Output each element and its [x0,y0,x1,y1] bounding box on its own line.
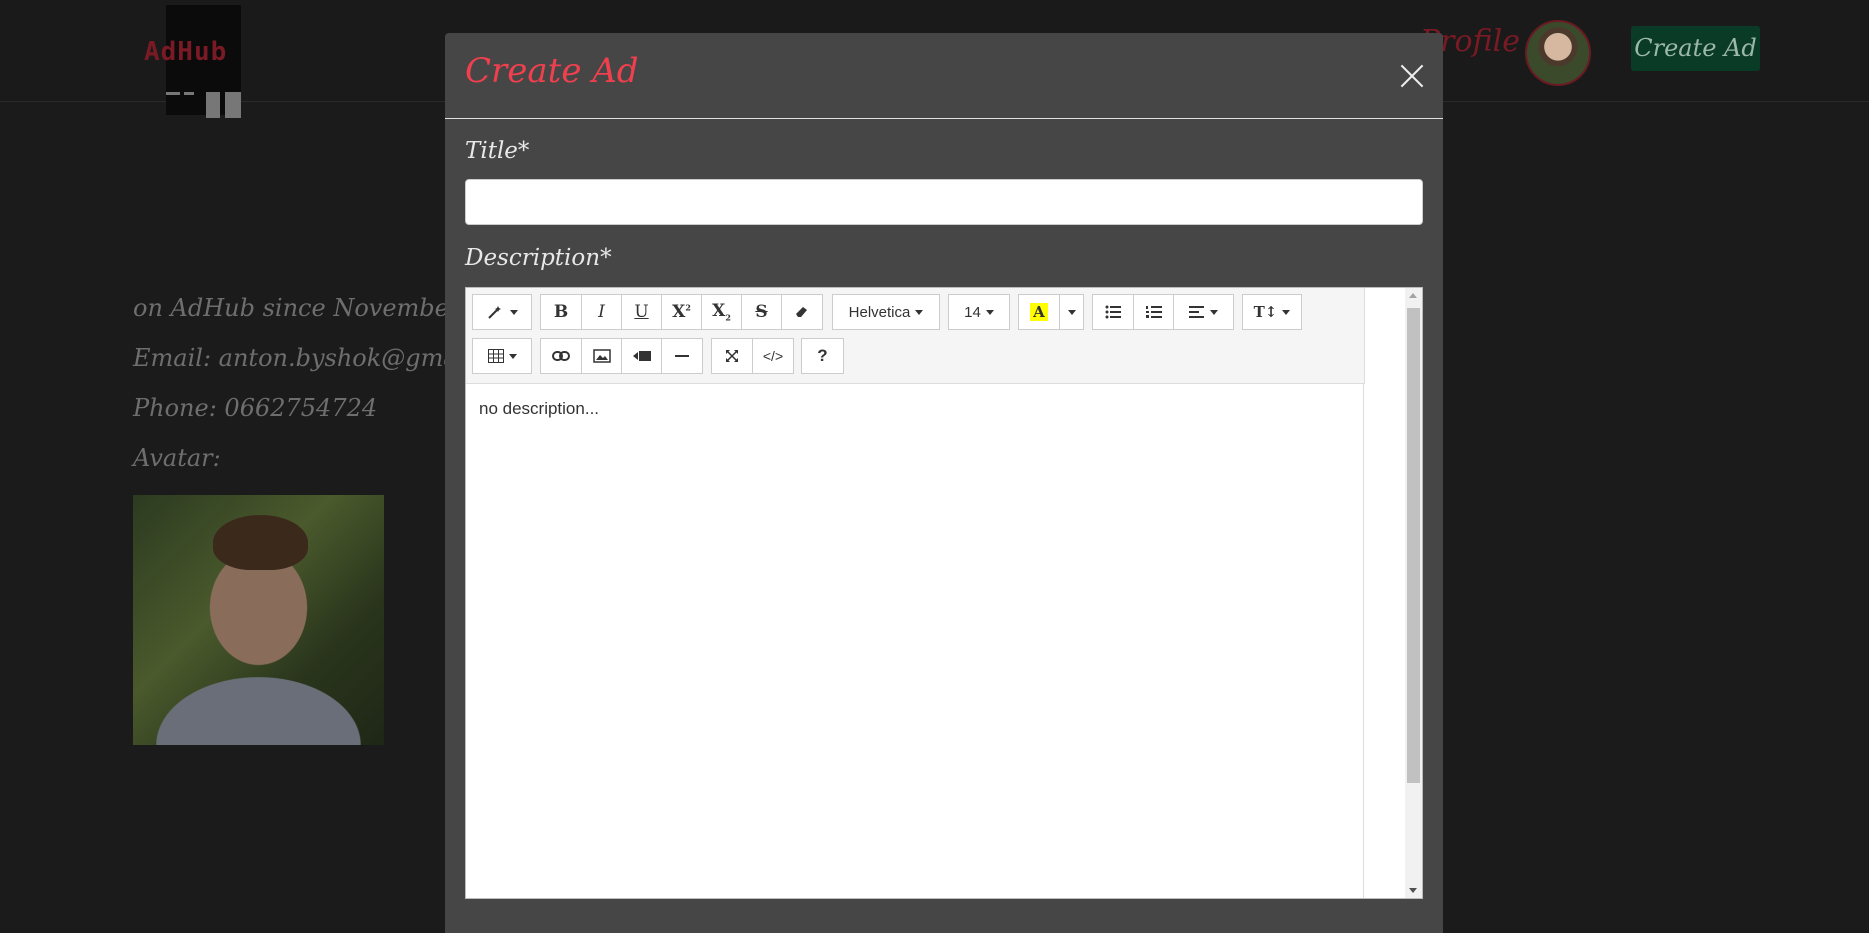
line-height-dropdown[interactable]: T↕ [1242,294,1302,330]
color-dropdown[interactable] [1059,294,1084,330]
link-icon [552,351,570,361]
underline-icon: U [634,302,649,322]
scroll-up-icon[interactable] [1409,293,1417,298]
bold-button[interactable]: B [540,294,582,330]
link-button[interactable] [540,338,582,374]
title-label: Title* [465,138,530,164]
picture-button[interactable] [581,338,622,374]
style-button[interactable] [472,294,532,330]
scroll-thumb[interactable] [1407,308,1420,783]
font-family-dropdown[interactable]: Helvetica [832,294,940,330]
font-name: Helvetica [848,303,911,321]
highlight-icon: A [1030,303,1048,321]
horizontal-rule-button[interactable] [661,338,703,374]
align-left-icon [1189,306,1204,318]
scroll-down-icon[interactable] [1409,888,1417,893]
video-icon [632,351,651,361]
picture-icon [592,349,611,363]
editor-toolbar: B I U X2 X2 S Helvetica 14 A T↕ </> ? [466,288,1365,384]
unordered-list-button[interactable] [1092,294,1134,330]
close-icon[interactable] [1397,61,1427,91]
eraser-icon [796,307,807,317]
description-editor: B I U X2 X2 S Helvetica 14 A T↕ </> ? no… [465,287,1423,899]
italic-icon: I [598,302,605,322]
numbered-list-icon [1145,306,1162,318]
create-ad-modal: Create Ad Title* Description* B I U X2 X… [445,33,1443,933]
text-height-icon: T↕ [1253,303,1278,321]
strikethrough-button[interactable]: S [741,294,782,330]
strikethrough-icon: S [755,302,768,322]
subscript-icon: X2 [712,301,731,323]
superscript-icon: X2 [672,302,691,322]
table-dropdown[interactable] [472,338,532,374]
title-input[interactable] [465,179,1423,225]
editor-content-area[interactable]: no description... [466,383,1364,898]
superscript-button[interactable]: X2 [661,294,702,330]
description-label: Description* [465,245,612,271]
font-size-dropdown[interactable]: 14 [948,294,1010,330]
italic-button[interactable]: I [581,294,622,330]
ordered-list-button[interactable] [1133,294,1174,330]
underline-button[interactable]: U [621,294,662,330]
subscript-button[interactable]: X2 [701,294,742,330]
minus-icon [675,355,689,357]
modal-header: Create Ad [445,33,1443,119]
magic-icon [487,306,501,319]
code-view-button[interactable]: </> [752,338,794,374]
help-button[interactable]: ? [801,338,844,374]
bullet-list-icon [1105,305,1121,319]
table-icon [487,349,504,363]
editor-scrollbar[interactable] [1405,288,1422,898]
fullscreen-button[interactable] [711,338,753,374]
video-button[interactable] [621,338,662,374]
highlight-color-button[interactable]: A [1018,294,1060,330]
clear-format-button[interactable] [781,294,823,330]
bold-icon: B [553,302,569,322]
description-text: no description... [479,399,600,418]
font-size-value: 14 [964,303,981,321]
paragraph-align-dropdown[interactable] [1173,294,1234,330]
help-icon: ? [817,346,828,365]
fullscreen-icon [726,350,738,362]
modal-title: Create Ad [465,51,639,91]
code-icon: </> [762,348,784,364]
